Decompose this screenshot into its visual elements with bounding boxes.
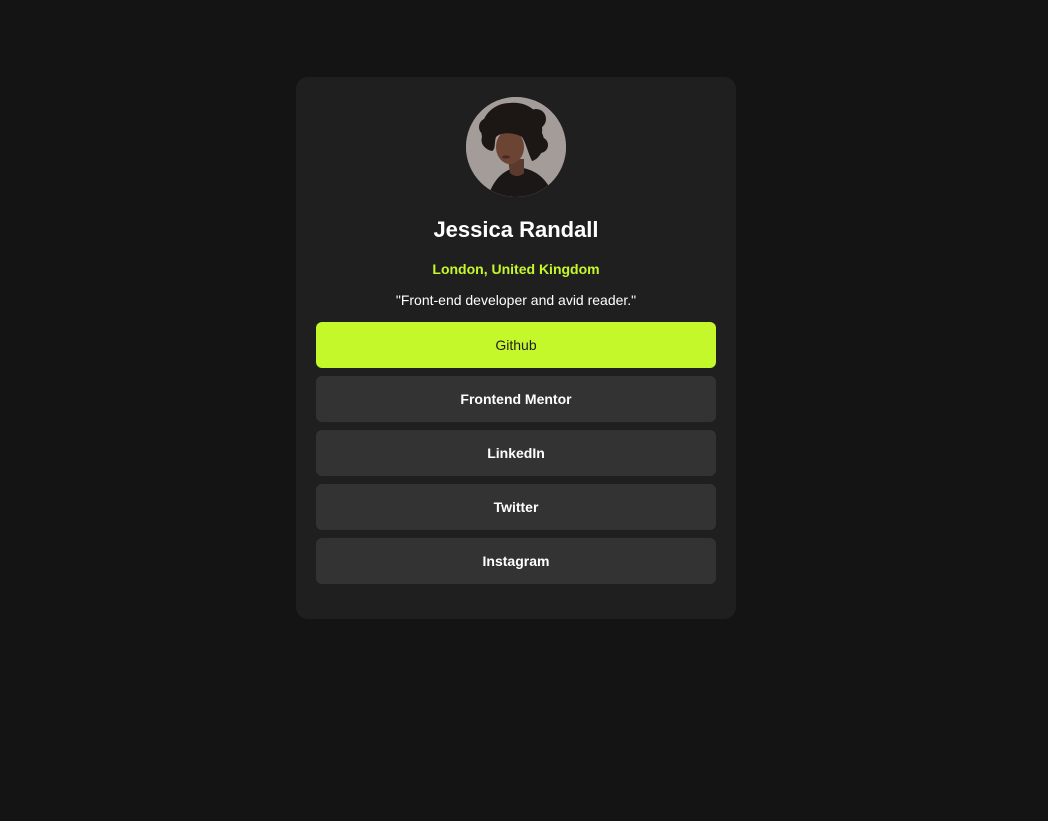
list-item: Frontend Mentor: [316, 376, 716, 422]
linkedin-link-button[interactable]: LinkedIn: [316, 430, 716, 476]
twitter-link-button[interactable]: Twitter: [316, 484, 716, 530]
social-links-list: Github Frontend Mentor LinkedIn Twitter …: [316, 322, 716, 592]
github-link-button[interactable]: Github: [316, 322, 716, 368]
profile-bio: "Front-end developer and avid reader.": [395, 292, 637, 308]
avatar-image: [466, 97, 566, 197]
list-item: LinkedIn: [316, 430, 716, 476]
list-item: Twitter: [316, 484, 716, 530]
avatar: [466, 97, 566, 197]
instagram-link-button[interactable]: Instagram: [316, 538, 716, 584]
profile-card: Jessica Randall London, United Kingdom "…: [296, 77, 736, 619]
frontend-mentor-link-button[interactable]: Frontend Mentor: [316, 376, 716, 422]
page: Jessica Randall London, United Kingdom "…: [0, 0, 1048, 821]
list-item: Github: [316, 322, 716, 368]
list-item: Instagram: [316, 538, 716, 584]
profile-location: London, United Kingdom: [432, 261, 600, 277]
profile-name: Jessica Randall: [433, 217, 599, 242]
